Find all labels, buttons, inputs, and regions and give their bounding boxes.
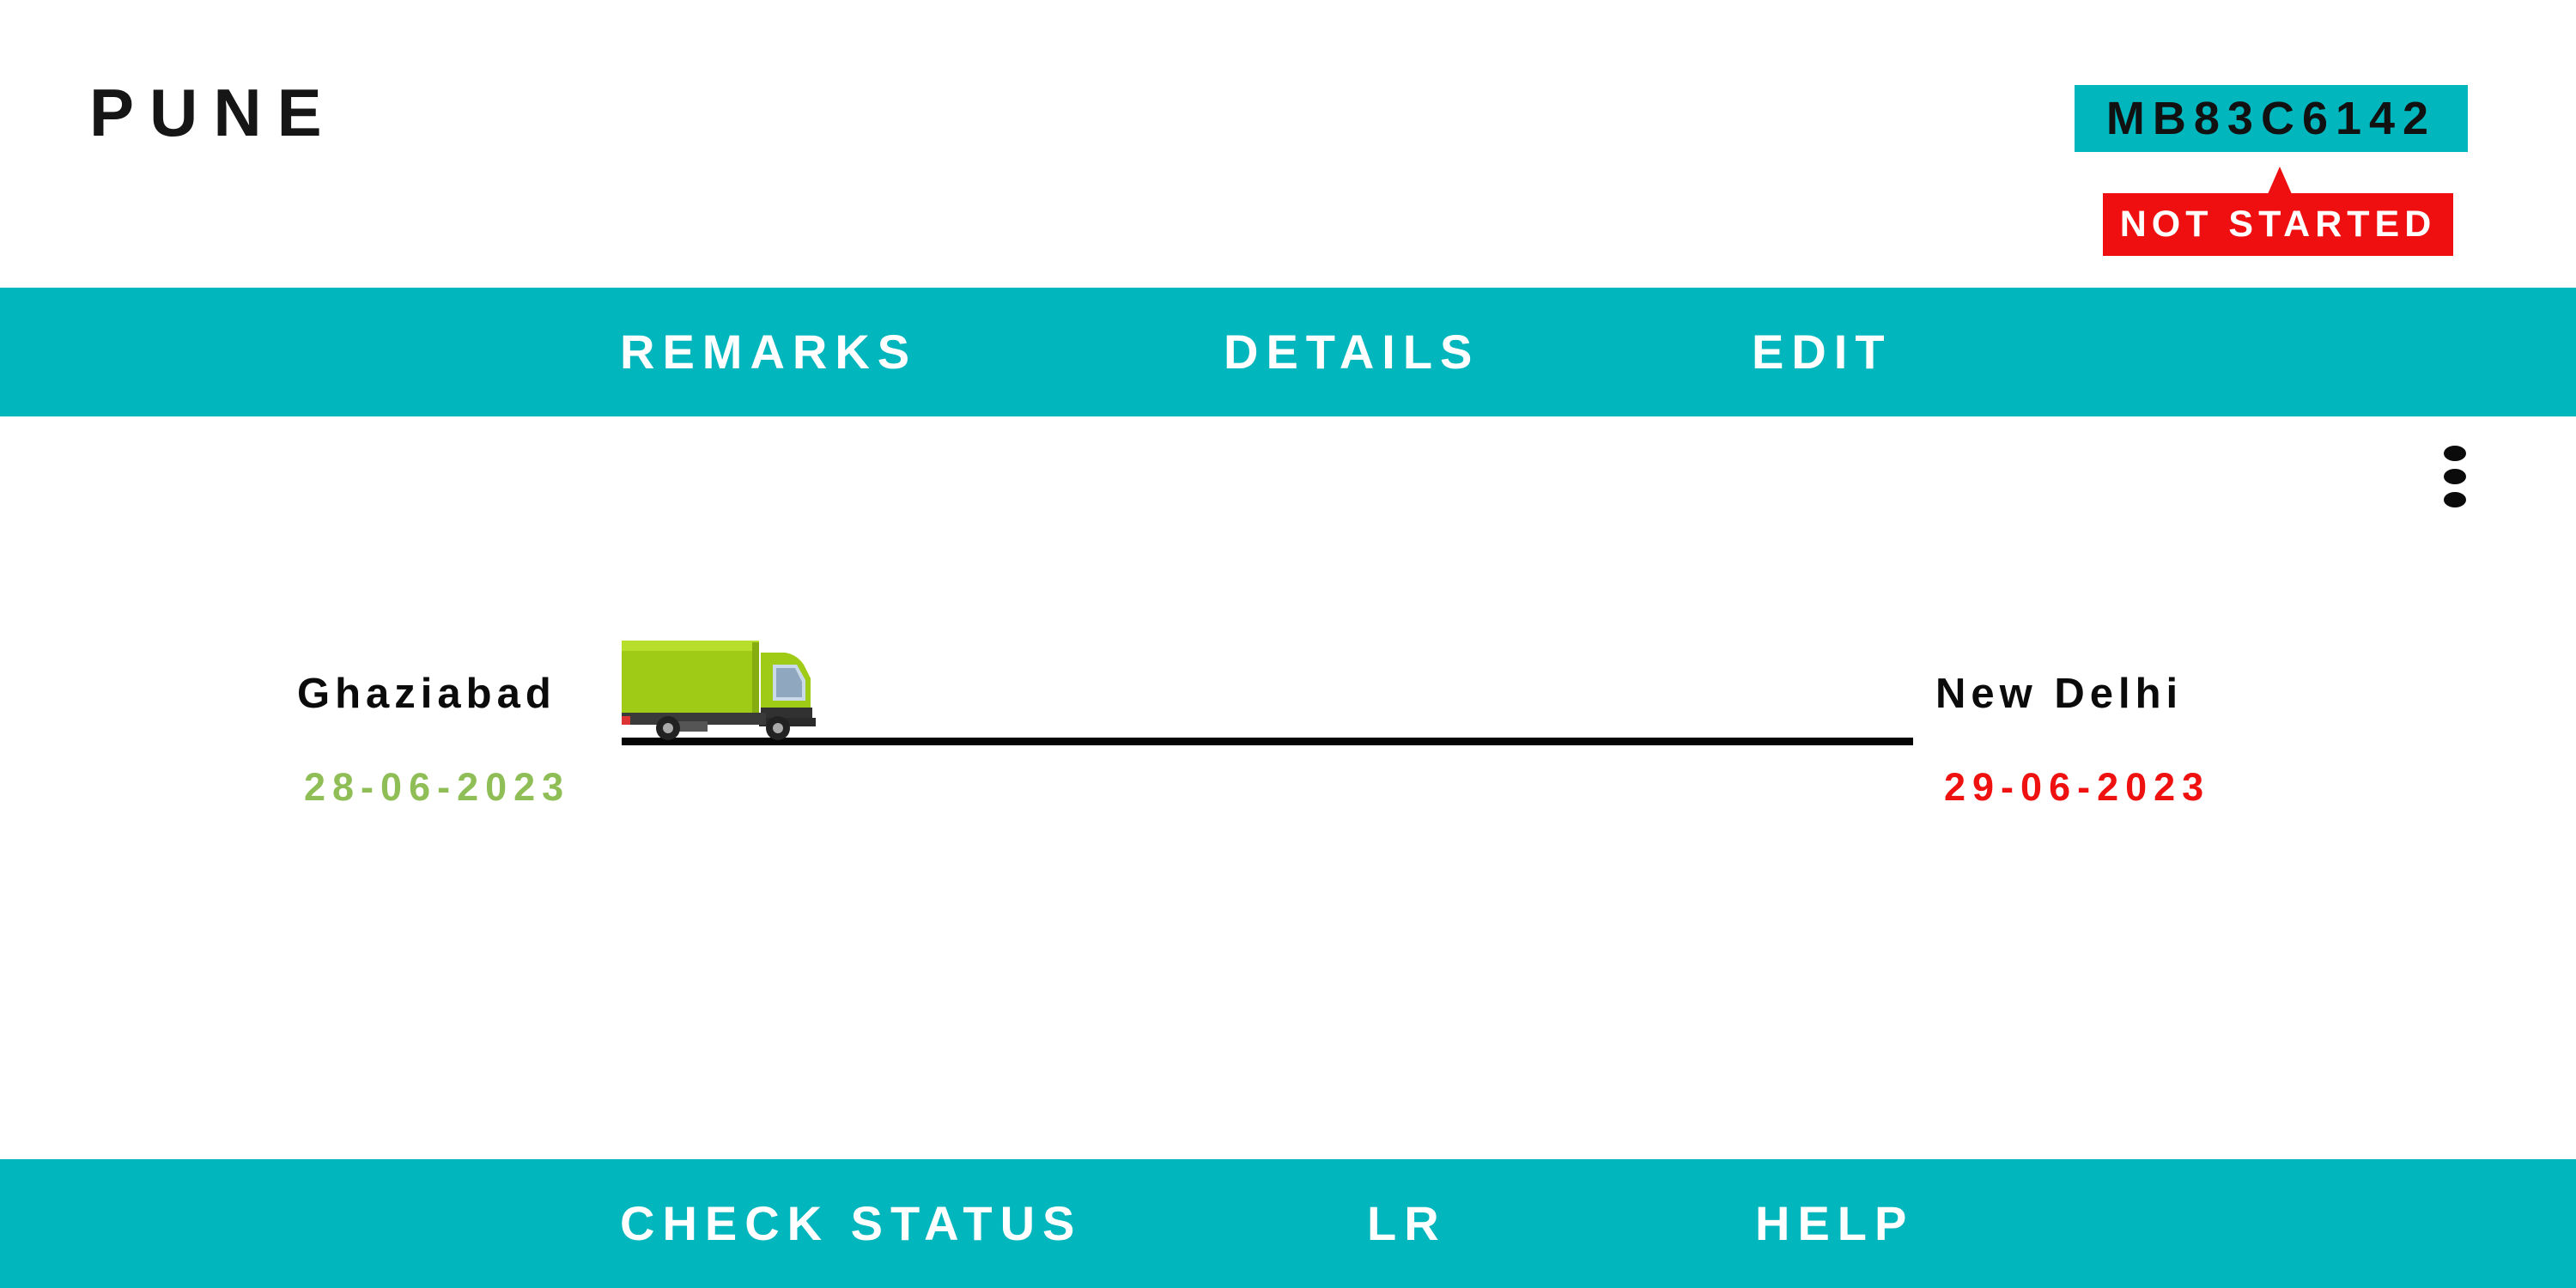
kebab-dot: [2444, 492, 2466, 507]
status-indicator: NOT STARTED: [2103, 167, 2453, 256]
origin-name: Ghaziabad: [297, 671, 556, 717]
status-pointer: [2268, 167, 2292, 194]
status-badge: NOT STARTED: [2103, 193, 2453, 256]
remarks-tab[interactable]: REMARKS: [620, 288, 917, 416]
destination-date: 29-06-2023: [1944, 765, 2211, 809]
kebab-menu-icon[interactable]: [2440, 442, 2471, 514]
lr-button[interactable]: LR: [1367, 1159, 1447, 1288]
trip-screen: PUNE MB83C6142 NOT STARTED REMARKS DETAI…: [0, 0, 2576, 1288]
check-status-button[interactable]: CHECK STATUS: [620, 1159, 1082, 1288]
city-title: PUNE: [89, 75, 337, 150]
details-tab[interactable]: DETAILS: [1224, 288, 1479, 416]
origin-date: 28-06-2023: [304, 765, 571, 809]
top-navigation-bar: REMARKS DETAILS EDIT: [0, 288, 2576, 416]
truck-icon: [622, 639, 816, 745]
kebab-dot: [2444, 469, 2466, 484]
vehicle-number-badge[interactable]: MB83C6142: [2075, 85, 2468, 152]
help-button[interactable]: HELP: [1755, 1159, 1914, 1288]
edit-tab[interactable]: EDIT: [1752, 288, 1893, 416]
kebab-dot: [2444, 446, 2466, 461]
destination-name: New Delhi: [1935, 671, 2184, 717]
bottom-navigation-bar: CHECK STATUS LR HELP: [0, 1159, 2576, 1288]
